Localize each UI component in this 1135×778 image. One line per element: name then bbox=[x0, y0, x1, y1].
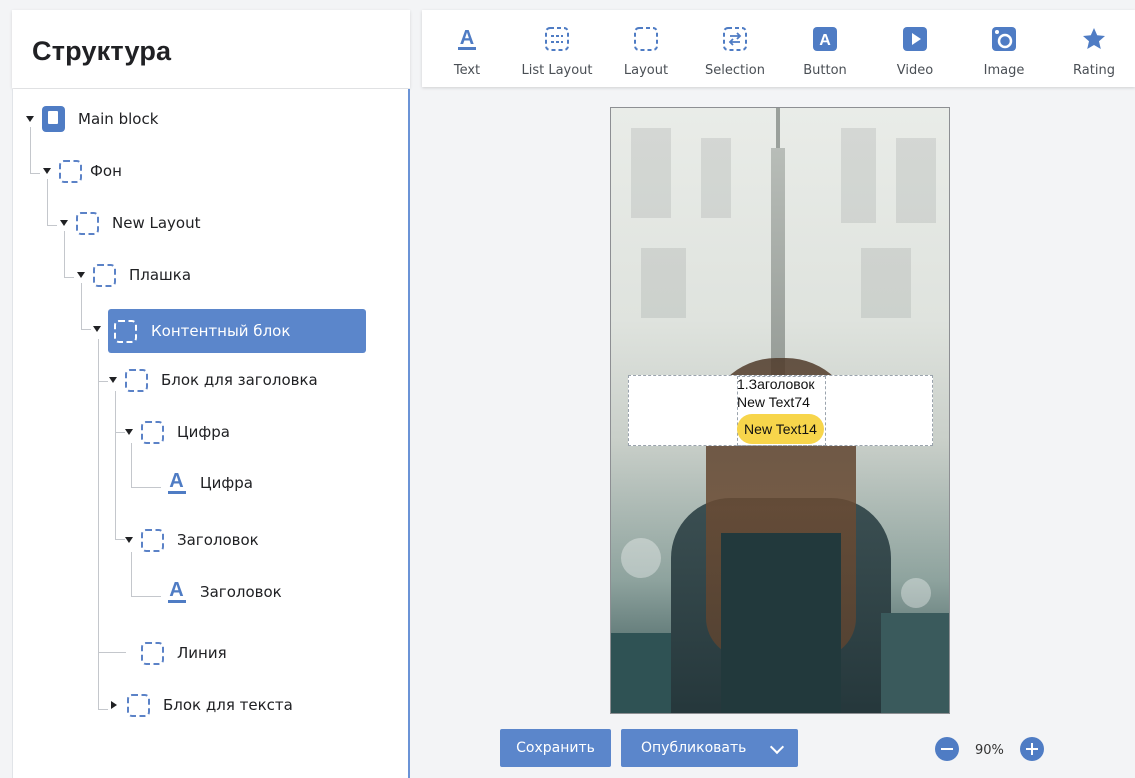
tree-node-main-block[interactable]: Main block bbox=[26, 101, 158, 137]
canvas-yellow-button[interactable]: New Text14 bbox=[737, 414, 824, 444]
structure-header: Структура bbox=[12, 10, 410, 88]
tree-node-title-text[interactable]: A Заголовок bbox=[165, 574, 282, 610]
layout-icon bbox=[127, 693, 150, 717]
tree-node-label: Блок для текста bbox=[163, 696, 293, 714]
tool-label: Button bbox=[803, 63, 847, 78]
layout-icon bbox=[141, 420, 164, 444]
save-button[interactable]: Сохранить bbox=[500, 729, 611, 767]
tree-node-label: Заголовок bbox=[177, 531, 259, 549]
chevron-down-icon[interactable] bbox=[125, 537, 133, 543]
tree-node-label: Цифра bbox=[177, 423, 230, 441]
tree-node-label: New Layout bbox=[112, 214, 201, 232]
list-layout-icon bbox=[544, 24, 570, 54]
publish-label: Опубликовать bbox=[641, 740, 747, 756]
preview-canvas[interactable]: 1.Заголовок New Text74 New Text14 bbox=[610, 107, 950, 714]
svg-text:A: A bbox=[460, 27, 474, 49]
tree-node-label: Цифра bbox=[200, 474, 253, 492]
chevron-down-icon[interactable] bbox=[43, 168, 51, 174]
tree-node-heading-block[interactable]: Блок для заголовка bbox=[109, 362, 318, 398]
layout-icon bbox=[76, 211, 99, 235]
star-icon bbox=[1081, 24, 1107, 54]
zoom-in-icon[interactable] bbox=[1020, 737, 1044, 761]
tree-node-plashka[interactable]: Плашка bbox=[77, 257, 191, 293]
text-icon: A bbox=[457, 24, 477, 54]
publish-button[interactable]: Опубликовать bbox=[621, 729, 798, 767]
chevron-right-icon[interactable] bbox=[111, 701, 117, 709]
tree-node-label: Плашка bbox=[129, 266, 192, 284]
tool-text[interactable]: A Text bbox=[422, 10, 512, 87]
structure-title: Структура bbox=[32, 36, 172, 66]
tool-list-layout[interactable]: List Layout bbox=[512, 10, 602, 87]
zoom-level: 90% bbox=[975, 743, 1004, 758]
component-toolbar: A Text List Layout Layout Selection A Bu… bbox=[422, 10, 1135, 87]
tree-node-label: Заголовок bbox=[200, 583, 282, 601]
chevron-down-icon[interactable] bbox=[769, 739, 785, 755]
tree-node-digit-text[interactable]: A Цифра bbox=[165, 465, 253, 501]
tree-node-title-layout[interactable]: Заголовок bbox=[125, 522, 259, 558]
tree-node-digit-layout[interactable]: Цифра bbox=[125, 414, 230, 450]
layout-icon bbox=[125, 368, 148, 392]
tree-node-line[interactable]: Линия bbox=[125, 635, 227, 671]
chevron-down-icon[interactable] bbox=[26, 116, 34, 122]
canvas-body-text[interactable]: New Text74 bbox=[737, 394, 810, 410]
layout-icon bbox=[633, 24, 659, 54]
document-icon bbox=[42, 106, 65, 132]
chevron-down-icon[interactable] bbox=[93, 326, 101, 332]
button-icon: A bbox=[812, 24, 838, 54]
tree-node-content-block-row[interactable] bbox=[93, 311, 109, 347]
tree-node-label: Main block bbox=[78, 110, 159, 128]
tool-button[interactable]: A Button bbox=[780, 10, 870, 87]
tool-layout[interactable]: Layout bbox=[601, 10, 691, 87]
chevron-down-icon[interactable] bbox=[60, 220, 68, 226]
tool-image[interactable]: Image bbox=[959, 10, 1049, 87]
tool-label: Selection bbox=[705, 63, 765, 78]
layout-icon bbox=[59, 159, 82, 183]
layout-icon bbox=[141, 528, 164, 552]
chevron-down-icon[interactable] bbox=[125, 429, 133, 435]
video-icon bbox=[902, 24, 928, 54]
chevron-down-icon[interactable] bbox=[109, 377, 117, 383]
tree-node-label: Блок для заголовка bbox=[161, 371, 318, 389]
canvas-heading-text[interactable]: 1.Заголовок bbox=[737, 376, 815, 392]
layout-icon bbox=[141, 641, 164, 665]
tree-node-new-layout[interactable]: New Layout bbox=[60, 205, 200, 241]
layout-icon bbox=[93, 263, 116, 287]
tree-node-fon[interactable]: Фон bbox=[43, 153, 122, 189]
text-icon: A bbox=[167, 470, 186, 494]
image-icon bbox=[991, 24, 1017, 54]
layout-icon bbox=[114, 319, 137, 343]
tool-label: Layout bbox=[623, 63, 669, 78]
tool-selection[interactable]: Selection bbox=[690, 10, 780, 87]
svg-text:A: A bbox=[819, 32, 831, 49]
tool-label: Text bbox=[453, 63, 481, 78]
zoom-out-icon[interactable] bbox=[935, 737, 959, 761]
tool-label: List Layout bbox=[521, 63, 593, 78]
structure-tree: Main block Фон New Layout Плашка Контент… bbox=[12, 89, 410, 778]
structure-panel: Структура Main block Фон New Layout Плаш… bbox=[0, 0, 410, 778]
tool-label: Image bbox=[983, 63, 1025, 78]
selection-icon bbox=[722, 24, 748, 54]
tree-node-label: Фон bbox=[90, 162, 122, 180]
chevron-down-icon[interactable] bbox=[77, 272, 85, 278]
tree-node-label: Контентный блок bbox=[151, 322, 291, 340]
tool-rating[interactable]: Rating bbox=[1049, 10, 1135, 87]
text-icon: A bbox=[167, 579, 186, 603]
tree-node-content-block[interactable]: Контентный блок bbox=[108, 309, 366, 353]
tree-node-text-block[interactable]: Блок для текста bbox=[109, 687, 293, 723]
tool-label: Video bbox=[896, 63, 934, 78]
tool-label: Rating bbox=[1073, 63, 1115, 78]
tool-video[interactable]: Video bbox=[870, 10, 960, 87]
tree-node-label: Линия bbox=[177, 644, 227, 662]
